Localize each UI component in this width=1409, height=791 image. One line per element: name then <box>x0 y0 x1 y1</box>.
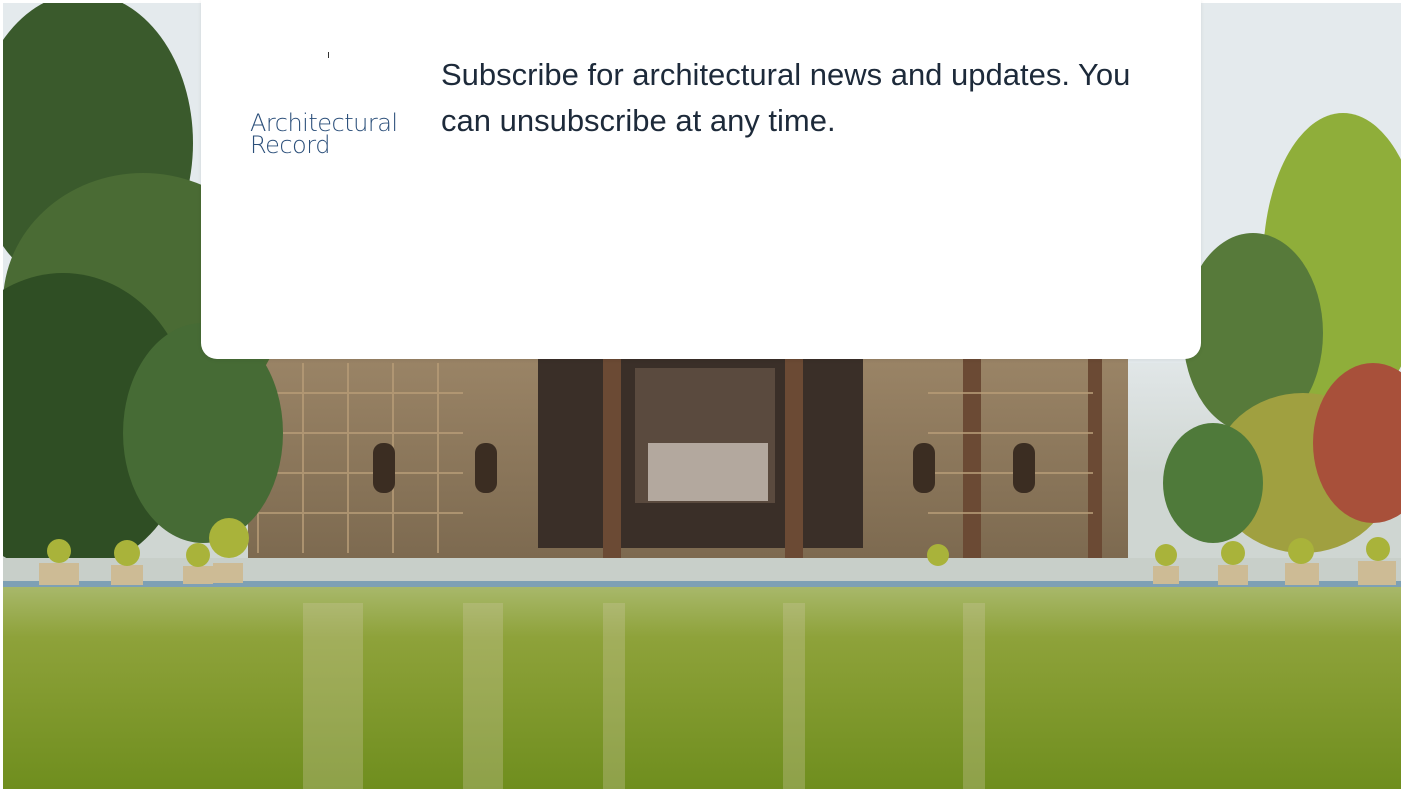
architectural-record-logo[interactable]: Architectural Record <box>248 44 413 164</box>
logo-line-2: Record <box>250 131 330 159</box>
logo-text: Architectural Record <box>250 111 398 159</box>
logo-mark <box>328 52 329 58</box>
subscribe-message: Subscribe for architectural news and upd… <box>441 57 1131 138</box>
